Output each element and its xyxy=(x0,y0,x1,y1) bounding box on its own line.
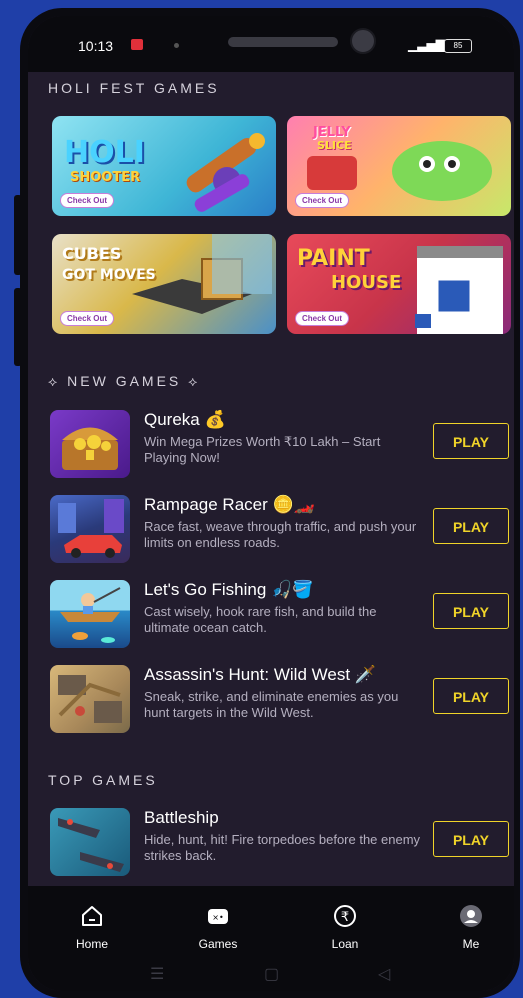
rupee-icon: ₹ xyxy=(334,905,356,927)
svg-text:×•: ×• xyxy=(212,913,223,922)
game-thumbnail[interactable] xyxy=(50,495,130,563)
new-games-section-title: ⟡ NEW GAMES ⟡ xyxy=(48,373,200,390)
banner-title: PAINT xyxy=(297,246,370,271)
list-item[interactable]: Assassin's Hunt: Wild West 🗡️ Sneak, str… xyxy=(50,665,512,737)
svg-text:₹: ₹ xyxy=(341,910,349,925)
signal-icon: ▁▃▅▇ xyxy=(408,38,445,52)
nav-games[interactable]: ×• Games xyxy=(178,904,258,951)
game-title: Qureka 💰 xyxy=(144,410,226,429)
nav-loan-label: Loan xyxy=(331,937,359,951)
list-item[interactable]: Let's Go Fishing 🎣🪣 Cast wisely, hook ra… xyxy=(50,580,512,652)
banner-subtitle: HOUSE xyxy=(331,272,402,293)
banner-jelly-slice[interactable]: JELLY SLICE Check Out xyxy=(287,116,511,216)
game-title: Let's Go Fishing 🎣🪣 xyxy=(144,580,314,599)
list-item[interactable]: Qureka 💰 Win Mega Prizes Worth ₹10 Lakh … xyxy=(50,410,512,482)
battery-icon: 85 xyxy=(444,39,472,53)
list-item[interactable]: Rampage Racer 🪙🏎️ Race fast, weave throu… xyxy=(50,495,512,567)
home-icon xyxy=(82,906,102,926)
play-button[interactable]: PLAY xyxy=(433,423,509,459)
game-thumbnail[interactable] xyxy=(50,410,130,478)
status-time: 10:13 xyxy=(78,38,114,54)
play-button[interactable]: PLAY xyxy=(433,593,509,629)
game-thumbnail[interactable] xyxy=(50,665,130,733)
play-button[interactable]: PLAY xyxy=(433,678,509,714)
battleship-icon xyxy=(58,818,124,872)
banner-paint-the-house[interactable]: PAINT HOUSE Check Out xyxy=(287,234,511,334)
play-button[interactable]: PLAY xyxy=(433,821,509,857)
nav-loan[interactable]: ₹ Loan xyxy=(305,904,385,951)
back-icon[interactable]: ◁ xyxy=(378,964,390,984)
status-bar: 10:13 ▁▃▅▇ 85 xyxy=(28,16,514,72)
game-description: Win Mega Prizes Worth ₹10 Lakh – Start P… xyxy=(144,434,381,465)
check-out-button[interactable]: Check Out xyxy=(60,311,115,326)
nav-games-label: Games xyxy=(198,937,238,951)
front-camera xyxy=(350,28,376,54)
banner-subtitle: SHOOTER xyxy=(70,170,141,185)
game-description: Cast wisely, hook rare fish, and build t… xyxy=(144,604,377,635)
assassin-map-icon xyxy=(58,675,122,723)
notification-icon xyxy=(131,39,143,50)
treasure-chest-icon xyxy=(62,427,118,470)
bottom-navigation: Home ×• Games ₹ Loan Me ☰ ▢ ◁ xyxy=(28,886,514,991)
list-item[interactable]: Battleship Hide, hunt, hit! Fire torpedo… xyxy=(50,808,512,880)
check-out-button[interactable]: Check Out xyxy=(60,193,115,208)
diamond-icon: ⟡ xyxy=(181,373,201,389)
game-thumbnail[interactable] xyxy=(50,808,130,876)
nav-me[interactable]: Me xyxy=(431,904,511,951)
game-title: Rampage Racer 🪙🏎️ xyxy=(144,495,315,514)
game-description: Hide, hunt, hit! Fire torpedoes before t… xyxy=(144,832,421,863)
holi-section-title: HOLI FEST GAMES xyxy=(48,80,220,96)
top-games-section-title: TOP GAMES xyxy=(48,772,158,788)
banner-subtitle: SLICE xyxy=(317,139,352,152)
banner-title: JELLY xyxy=(313,125,351,140)
game-description: Sneak, strike, and eliminate enemies as … xyxy=(144,689,399,720)
game-thumbnail[interactable] xyxy=(50,580,130,648)
play-button[interactable]: PLAY xyxy=(433,508,509,544)
dot-icon xyxy=(174,43,179,48)
game-title: Assassin's Hunt: Wild West 🗡️ xyxy=(144,665,376,684)
banner-cubes-got-moves[interactable]: CUBES GOT MOVES Check Out xyxy=(52,234,276,334)
app-screen: 10:13 ▁▃▅▇ 85 HOLI FEST GAMES HOLI SHOOT… xyxy=(28,16,514,991)
game-description: Race fast, weave through traffic, and pu… xyxy=(144,519,417,550)
recents-icon[interactable]: ☰ xyxy=(150,964,164,984)
banner-holi-shooter[interactable]: HOLI SHOOTER Check Out xyxy=(52,116,276,216)
check-out-button[interactable]: Check Out xyxy=(295,193,350,208)
avatar-icon xyxy=(460,905,482,927)
home-system-icon[interactable]: ▢ xyxy=(264,964,279,984)
race-car-icon xyxy=(58,499,124,558)
nav-home-label: Home xyxy=(75,937,108,951)
gamepad-icon: ×• xyxy=(208,909,228,924)
banner-title: HOLI xyxy=(64,135,145,170)
banner-title: CUBES xyxy=(62,244,122,263)
banner-subtitle: GOT MOVES xyxy=(62,267,156,283)
fishing-boat-icon xyxy=(60,587,121,643)
game-title: Battleship xyxy=(144,808,219,827)
nav-home[interactable]: Home xyxy=(52,904,132,951)
diamond-icon: ⟡ xyxy=(48,373,68,389)
check-out-button[interactable]: Check Out xyxy=(295,311,350,326)
speaker-grille xyxy=(228,37,338,47)
new-games-label: NEW GAMES xyxy=(67,373,182,389)
nav-me-label: Me xyxy=(462,937,480,951)
